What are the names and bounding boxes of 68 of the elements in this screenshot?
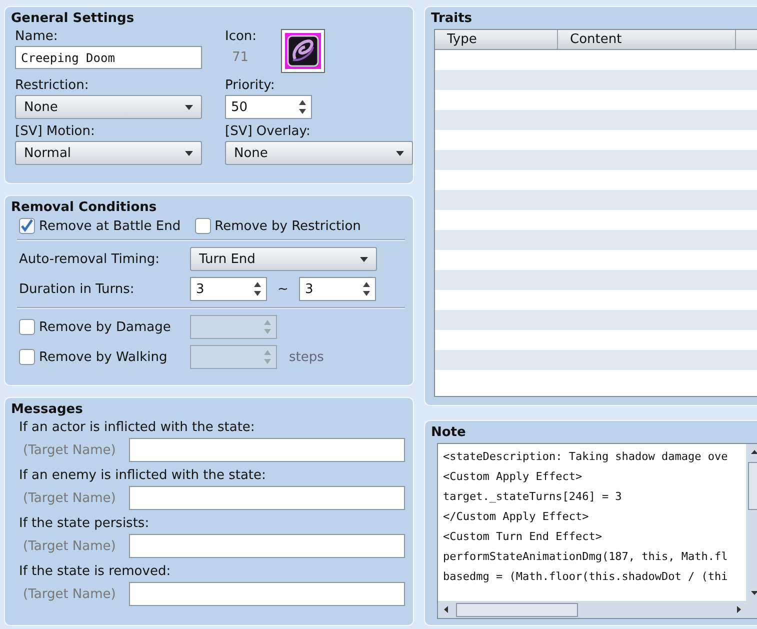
timing-dropdown[interactable]: Turn End bbox=[190, 247, 377, 271]
message-field[interactable] bbox=[129, 438, 405, 462]
section-title: Traits bbox=[431, 11, 474, 26]
section-title: Note bbox=[431, 425, 467, 440]
note-text-area[interactable] bbox=[437, 443, 757, 619]
spin-arrows-icon bbox=[254, 282, 261, 296]
caret-icon bbox=[185, 150, 193, 156]
field-label: [SV] Motion: bbox=[15, 124, 96, 139]
message-label: If an actor is inflicted with the state: bbox=[19, 420, 256, 435]
code-line: performStateAnimationDmg(187, this, Math.fl bbox=[443, 549, 728, 565]
section-title: Removal Conditions bbox=[11, 200, 158, 215]
horizontal-scrollbar[interactable] bbox=[438, 601, 757, 618]
field-label: Priority: bbox=[225, 78, 276, 93]
message-label: If an enemy is inflicted with the state: bbox=[19, 468, 267, 483]
section-title: General Settings bbox=[11, 11, 136, 26]
caret-icon bbox=[360, 256, 368, 262]
scroll-down-icon bbox=[751, 591, 757, 595]
code-line: target._stateTurns[246] = 3 bbox=[443, 489, 622, 505]
code-line: </Custom Apply Effect> bbox=[443, 509, 589, 525]
message-label: If the state persists: bbox=[19, 516, 150, 531]
priority-spinbox[interactable]: 50 bbox=[225, 95, 312, 119]
spin-arrows-icon bbox=[264, 320, 271, 334]
field-label: [SV] Overlay: bbox=[225, 124, 312, 139]
message-label: If the state is removed: bbox=[19, 564, 172, 579]
max-turns-spinbox[interactable]: 3 bbox=[299, 277, 376, 301]
range-separator: ~ bbox=[276, 282, 290, 296]
motion-dropdown[interactable]: Normal bbox=[15, 141, 202, 165]
caret-icon bbox=[185, 104, 193, 110]
checkbox-label: Remove at Battle End bbox=[39, 218, 181, 234]
field-label: Auto-removal Timing: bbox=[19, 252, 160, 266]
target-name-label: (Target Name) bbox=[22, 442, 117, 458]
restriction-dropdown[interactable]: None bbox=[15, 95, 202, 119]
checkbox-label: Remove by Walking bbox=[39, 350, 168, 364]
field-label: Restriction: bbox=[15, 78, 90, 93]
min-turns-spinbox[interactable]: 3 bbox=[190, 277, 267, 301]
scroll-right-icon bbox=[737, 606, 741, 613]
scroll-up-icon bbox=[751, 450, 757, 454]
field-label: Duration in Turns: bbox=[19, 282, 136, 296]
field-label: Icon: bbox=[225, 29, 257, 44]
scroll-left-icon bbox=[444, 606, 448, 613]
code-line: <Custom Apply Effect> bbox=[443, 469, 582, 485]
code-line: <Custom Turn End Effect> bbox=[443, 529, 602, 545]
target-name-label: (Target Name) bbox=[22, 490, 117, 506]
code-line: basedmg = (Math.floor(this.shadowDot / (thi bbox=[443, 569, 728, 585]
spin-arrows-icon bbox=[299, 100, 306, 114]
swirl-icon[interactable] bbox=[280, 29, 325, 73]
target-name-label: (Target Name) bbox=[22, 586, 117, 602]
checkbox[interactable] bbox=[19, 218, 35, 234]
field-label: Name: bbox=[15, 29, 59, 44]
overlay-dropdown[interactable]: None bbox=[225, 141, 413, 165]
code-line: <stateDescription: Taking shadow damage ove bbox=[443, 449, 728, 465]
column-header[interactable]: Content bbox=[558, 30, 736, 49]
checkbox-label: Remove by Restriction bbox=[214, 218, 361, 234]
message-field[interactable] bbox=[129, 486, 405, 510]
unit-label: steps bbox=[289, 350, 324, 364]
section-title: Messages bbox=[11, 402, 84, 417]
message-field[interactable] bbox=[129, 534, 405, 558]
spin-arrows-icon bbox=[264, 350, 271, 364]
spin-arrows-icon bbox=[363, 282, 370, 296]
column-header[interactable]: Type bbox=[435, 30, 558, 49]
checkbox[interactable] bbox=[194, 218, 211, 234]
target-name-label: (Target Name) bbox=[22, 538, 117, 554]
name-field[interactable]: Creeping Doom bbox=[15, 46, 202, 69]
scrollbar-thumb[interactable] bbox=[456, 602, 578, 616]
caret-icon bbox=[396, 150, 404, 156]
checkbox-label: Remove by Damage bbox=[39, 320, 171, 334]
message-field[interactable] bbox=[129, 582, 405, 606]
icon-index: 71 bbox=[231, 50, 250, 65]
